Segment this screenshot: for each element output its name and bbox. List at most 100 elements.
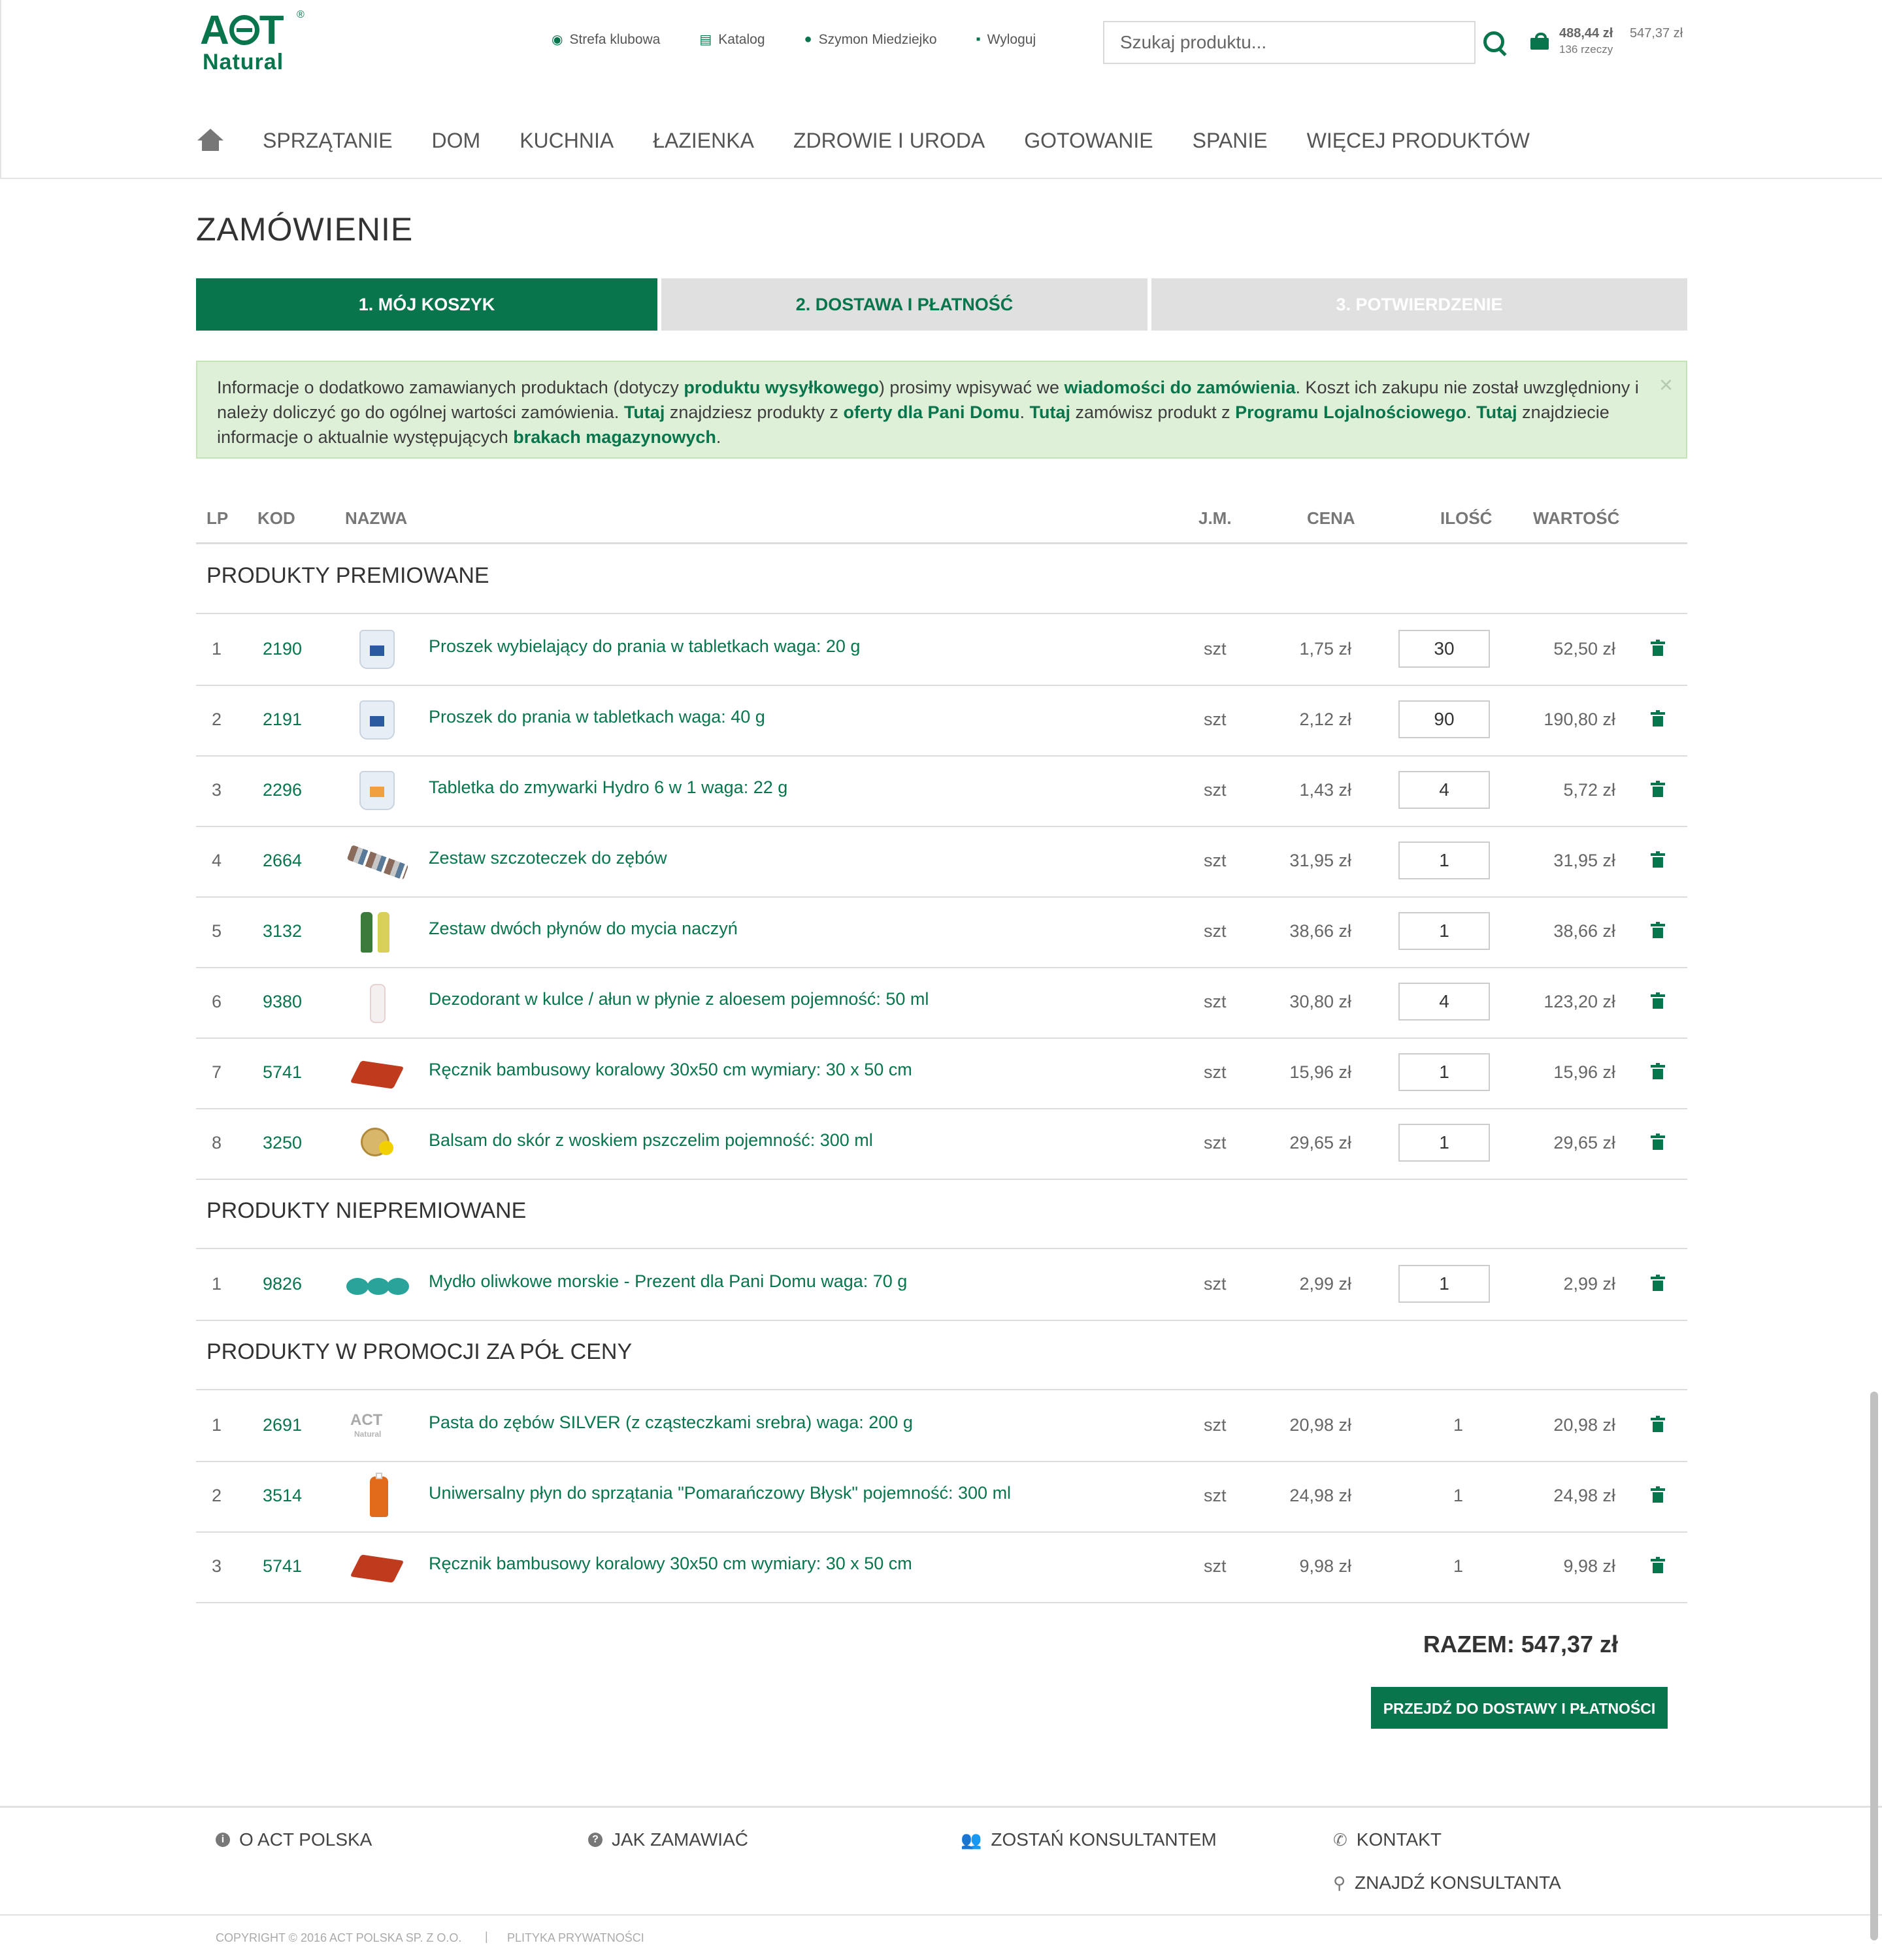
user-account-link[interactable]: ● Szymon Miedziejko <box>804 31 937 48</box>
row-lp: 1 <box>212 1415 222 1435</box>
proceed-to-delivery-button[interactable]: PRZEJDŹ DO DOSTAWY I PŁATNOŚCI <box>1371 1687 1668 1729</box>
act-natural-logo[interactable]: AT ® Natural <box>197 9 308 75</box>
quantity-input[interactable] <box>1398 983 1490 1021</box>
product-thumbnail[interactable] <box>344 980 409 1026</box>
trash-icon[interactable] <box>1651 851 1665 868</box>
product-name-link[interactable]: Pasta do zębów SILVER (z cząsteczkami sr… <box>429 1413 913 1433</box>
quantity-input[interactable] <box>1398 700 1490 738</box>
footer-link-contact[interactable]: ✆ KONTAKT <box>1333 1829 1442 1850</box>
product-thumbnail[interactable] <box>344 768 409 814</box>
quantity-input[interactable] <box>1398 912 1490 950</box>
trash-icon[interactable] <box>1651 1557 1665 1573</box>
row-code-link[interactable]: 2191 <box>263 710 302 730</box>
trash-icon[interactable] <box>1651 640 1665 656</box>
row-code-link[interactable]: 9380 <box>263 992 302 1012</box>
product-name-link[interactable]: Zestaw szczoteczek do zębów <box>429 848 667 868</box>
product-thumbnail[interactable] <box>344 1121 409 1167</box>
nav-item-gotowanie[interactable]: GOTOWANIE <box>1024 129 1153 153</box>
nav-item-sprzatanie[interactable]: SPRZĄTANIE <box>263 129 393 153</box>
row-code-link[interactable]: 2296 <box>263 780 302 800</box>
quantity-input[interactable] <box>1398 1053 1490 1091</box>
row-code-link[interactable]: 9826 <box>263 1274 302 1294</box>
quantity-input[interactable] <box>1398 1124 1490 1162</box>
row-code-link[interactable]: 2190 <box>263 639 302 659</box>
product-name-link[interactable]: Ręcznik bambusowy koralowy 30x50 cm wymi… <box>429 1060 912 1080</box>
product-name-link[interactable]: Proszek do prania w tabletkach waga: 40 … <box>429 707 765 727</box>
trash-icon[interactable] <box>1651 1486 1665 1503</box>
footer-link-find-consultant[interactable]: ⚲ ZNAJDŹ KONSULTANTA <box>1333 1872 1561 1893</box>
quantity-input[interactable] <box>1398 841 1490 879</box>
product-name-link[interactable]: Mydło oliwkowe morskie - Prezent dla Pan… <box>429 1271 907 1292</box>
catalog-link[interactable]: ▤ Katalog <box>699 31 765 48</box>
search-input[interactable] <box>1103 21 1476 64</box>
nav-item-lazienka[interactable]: ŁAZIENKA <box>653 129 754 153</box>
quantity-input[interactable] <box>1398 630 1490 668</box>
product-name-link[interactable]: Uniwersalny płyn do sprzątania "Pomarańc… <box>429 1483 1011 1503</box>
step-delivery-payment[interactable]: 2. DOSTAWA I PŁATNOŚĆ <box>661 278 1147 331</box>
housewife-offer-link[interactable]: oferty dla Pani Domu <box>843 402 1019 422</box>
row-code-link[interactable]: 3132 <box>263 921 302 941</box>
quantity-input[interactable] <box>1398 1265 1490 1303</box>
trash-icon[interactable] <box>1651 710 1665 727</box>
product-name-link[interactable]: Proszek wybielający do prania w tabletka… <box>429 636 860 657</box>
row-lp: 3 <box>212 1556 222 1576</box>
trash-icon[interactable] <box>1651 922 1665 938</box>
club-zone-link[interactable]: ◉ Strefa klubowa <box>552 31 660 48</box>
product-thumbnail[interactable]: ACT Natural <box>344 1403 409 1449</box>
product-name-link[interactable]: Tabletka do zmywarki Hydro 6 w 1 waga: 2… <box>429 777 787 798</box>
product-thumbnail[interactable] <box>344 1262 409 1308</box>
here-link-loyalty[interactable]: Tutaj <box>1030 402 1071 422</box>
product-thumbnail[interactable] <box>344 839 409 885</box>
shipping-product-link[interactable]: produktu wysyłkowego <box>684 378 879 397</box>
nav-item-wiecej-produktow[interactable]: WIĘCEJ PRODUKTÓW <box>1307 129 1530 153</box>
scrollbar-thumb[interactable] <box>1870 1392 1878 1940</box>
product-thumbnail[interactable] <box>344 1473 409 1520</box>
product-name-link[interactable]: Ręcznik bambusowy koralowy 30x50 cm wymi… <box>429 1554 912 1574</box>
trash-icon[interactable] <box>1651 781 1665 797</box>
row-code-link[interactable]: 5741 <box>263 1062 302 1083</box>
row-unit: szt <box>1204 1062 1227 1082</box>
trash-icon[interactable] <box>1651 1063 1665 1079</box>
footer-link-become-consultant[interactable]: 👥 ZOSTAŃ KONSULTANTEM <box>961 1829 1217 1850</box>
here-link-housewife[interactable]: Tutaj <box>624 402 665 422</box>
row-code-link[interactable]: 2664 <box>263 851 302 871</box>
cart-sum[interactable]: 488,44 zł <box>1559 26 1613 41</box>
trash-icon[interactable] <box>1651 992 1665 1009</box>
close-icon[interactable]: × <box>1659 372 1673 397</box>
product-thumbnail[interactable] <box>344 1544 409 1590</box>
target-icon: ◉ <box>552 33 563 47</box>
loyalty-program-link[interactable]: Programu Lojalnościowego <box>1235 402 1466 422</box>
row-code-link[interactable]: 3514 <box>263 1486 302 1506</box>
home-icon[interactable] <box>197 129 223 152</box>
product-thumbnail[interactable] <box>344 909 409 955</box>
nav-item-kuchnia[interactable]: KUCHNIA <box>520 129 614 153</box>
product-thumbnail[interactable] <box>344 627 409 673</box>
trash-icon[interactable] <box>1651 1275 1665 1291</box>
shopping-bag-icon[interactable] <box>1530 33 1549 50</box>
trash-icon[interactable] <box>1651 1134 1665 1150</box>
product-thumbnail[interactable] <box>344 1051 409 1096</box>
privacy-policy-link[interactable]: PLITYKA PRYWATNOŚCI <box>507 1931 644 1945</box>
footer-link-how-to-order[interactable]: ? JAK ZAMAWIAĆ <box>588 1829 748 1850</box>
row-code-link[interactable]: 5741 <box>263 1556 302 1576</box>
row-code-link[interactable]: 3250 <box>263 1133 302 1153</box>
search-button[interactable] <box>1481 29 1510 57</box>
stock-shortage-link[interactable]: brakach magazynowych <box>513 427 716 447</box>
product-name-link[interactable]: Balsam do skór z woskiem pszczelim pojem… <box>429 1130 873 1151</box>
here-link-stock[interactable]: Tutaj <box>1476 402 1517 422</box>
product-name-link[interactable]: Dezodorant w kulce / ałun w płynie z alo… <box>429 989 929 1009</box>
nav-item-dom[interactable]: DOM <box>432 129 481 153</box>
product-thumbnail[interactable] <box>344 698 409 743</box>
step-my-cart[interactable]: 1. MÓJ KOSZYK <box>196 278 657 331</box>
product-name-link[interactable]: Zestaw dwóch płynów do mycia naczyń <box>429 919 738 939</box>
phone-icon: ✆ <box>1333 1829 1347 1850</box>
trash-icon[interactable] <box>1651 1416 1665 1432</box>
nav-item-spanie[interactable]: SPANIE <box>1193 129 1268 153</box>
nav-item-zdrowie-i-uroda[interactable]: ZDROWIE I URODA <box>793 129 985 153</box>
row-code-link[interactable]: 2691 <box>263 1415 302 1435</box>
lock-icon: ▪ <box>976 32 981 46</box>
order-message-link[interactable]: wiadomości do zamówienia <box>1064 378 1295 397</box>
quantity-input[interactable] <box>1398 771 1490 809</box>
footer-link-about[interactable]: i O ACT POLSKA <box>216 1829 372 1850</box>
logout-link[interactable]: ▪ Wyloguj <box>976 31 1036 48</box>
